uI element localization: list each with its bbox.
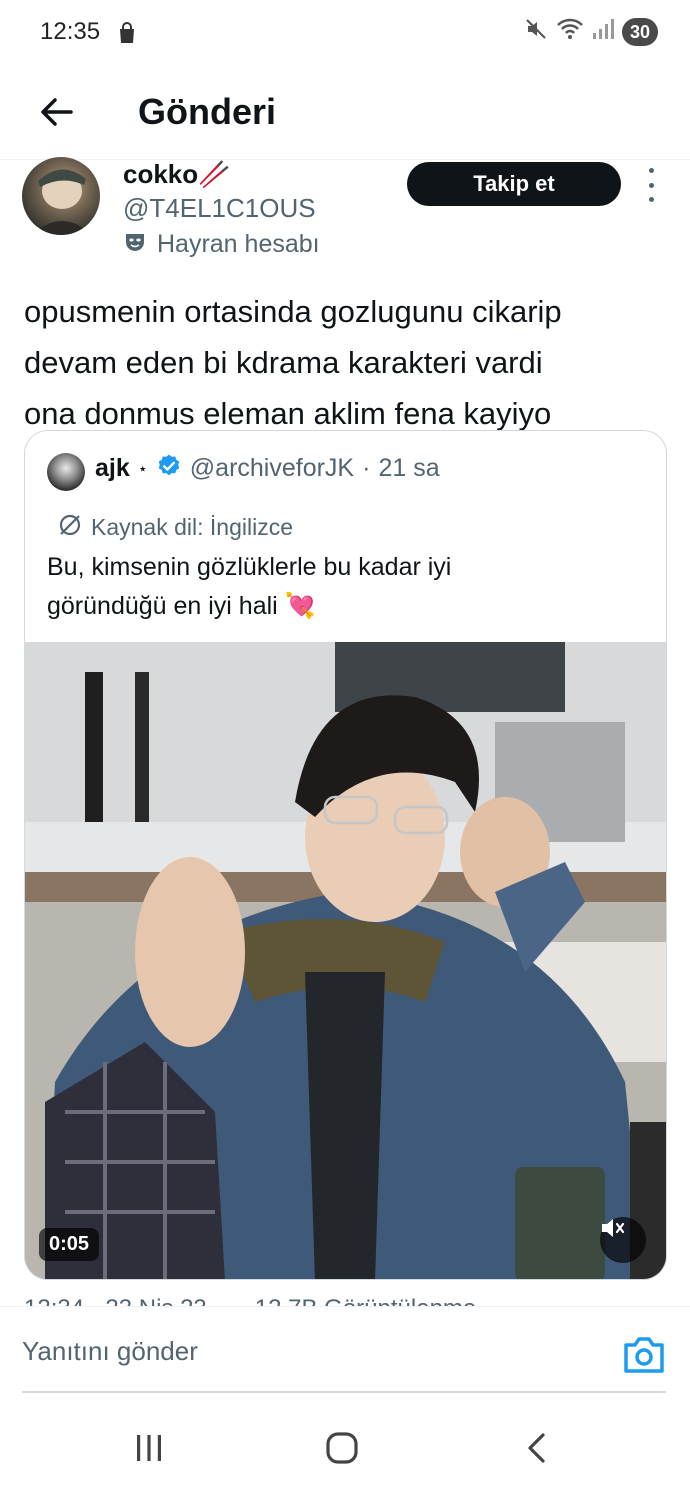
chopsticks-emoji: 🥢 [198, 159, 231, 189]
video-player[interactable]: 0:05 [25, 642, 666, 1279]
tweet-text-line: opusmenin ortasinda gozlugunu cikarip [24, 294, 562, 329]
status-bar: 12:35 30 [0, 0, 690, 64]
account-label-text: Hayran hesabı [157, 230, 320, 258]
volume-off-icon[interactable] [600, 1217, 646, 1263]
quoted-author-name: ajk [95, 454, 130, 482]
post-meta-line: 12:34 · 23 Nis 23 · ... 12,7B Görüntülen… [24, 1294, 664, 1306]
verified-badge-icon [156, 453, 182, 484]
quoted-author-row: ajk ⋆ @archiveforJK · 21 sa [95, 453, 440, 484]
translate-icon [57, 513, 83, 542]
camera-icon[interactable] [622, 1335, 666, 1375]
home-icon[interactable] [314, 1426, 370, 1470]
page-title: Gönderi [138, 91, 277, 132]
reply-input[interactable] [22, 1307, 582, 1395]
star-glyph: ⋆ [137, 460, 148, 478]
account-label: Hayran hesabı [123, 230, 320, 259]
recents-icon[interactable] [121, 1426, 177, 1470]
mute-icon [524, 17, 548, 46]
video-frame [25, 642, 666, 1279]
meta-separator: · [362, 454, 371, 482]
top-app-bar: Gönderi [0, 64, 690, 160]
quoted-time: 21 sa [378, 454, 440, 482]
signal-icon [592, 18, 614, 45]
translation-text: Kaynak dil: İngilizce [91, 514, 293, 540]
heart-arrow-emoji: 💘 [284, 592, 316, 620]
quoted-text-line: göründüğü en iyi hali 💘 [47, 587, 647, 626]
battery-indicator: 30 [621, 17, 658, 46]
nav-back-icon[interactable] [508, 1426, 564, 1470]
follow-button[interactable]: Takip et [407, 162, 621, 206]
system-nav-bar [0, 1400, 690, 1495]
status-time: 12:35 [40, 18, 101, 45]
wifi-icon [556, 17, 584, 46]
quoted-tweet-card[interactable]: ajk ⋆ @archiveforJK · 21 sa Kaynak dil: … [24, 430, 667, 1280]
quoted-text-segment: göründüğü en iyi hali [47, 592, 278, 620]
author-avatar[interactable] [22, 157, 100, 235]
quoted-text-line: Bu, kimsenin gözlüklerle bu kadar iyi [47, 553, 452, 581]
shopping-bag-icon [117, 22, 137, 49]
status-icons: 30 [524, 17, 658, 46]
post-meta-text: 12:34 · 23 Nis 23 · ... 12,7B Görüntülen… [24, 1294, 664, 1306]
quoted-author-avatar [47, 453, 85, 491]
translation-notice: Kaynak dil: İngilizce [57, 513, 293, 542]
quoted-tweet-text: Bu, kimsenin gözlüklerle bu kadar iyi gö… [47, 548, 647, 626]
display-name-text: cokko [123, 159, 199, 189]
back-arrow-icon[interactable] [32, 88, 80, 136]
mask-icon [123, 230, 147, 259]
tweet-text: opusmenin ortasinda gozlugunu cikarip de… [24, 286, 664, 439]
more-icon[interactable] [640, 168, 662, 202]
author-display-name[interactable]: cokko🥢 [123, 158, 231, 190]
reply-divider [22, 1391, 666, 1393]
quoted-author-handle: @archiveforJK [189, 454, 355, 482]
author-handle[interactable]: @T4EL1C1OUS [123, 192, 316, 224]
tweet-text-line: devam eden bi kdrama karakteri vardi [24, 345, 543, 380]
video-duration: 0:05 [39, 1228, 100, 1261]
reply-bar [0, 1306, 690, 1395]
